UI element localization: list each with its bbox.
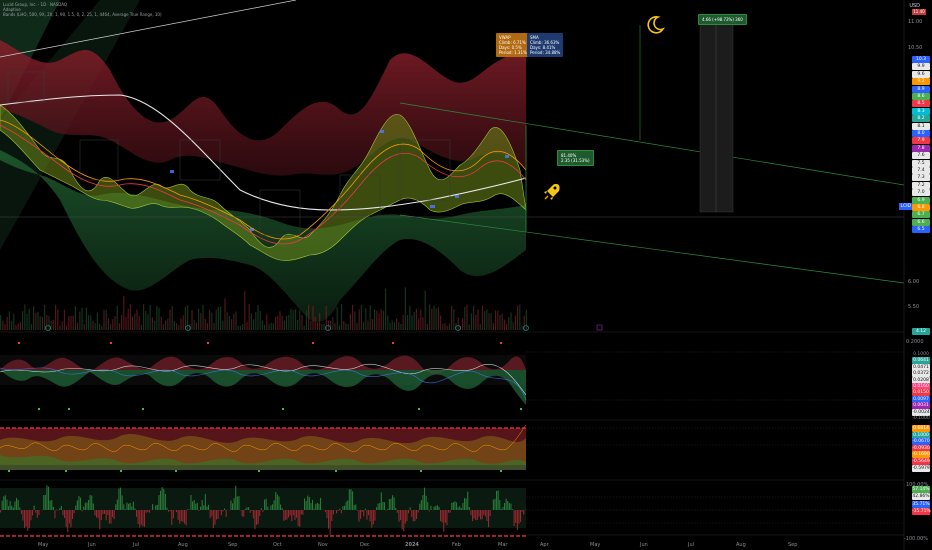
month-label-13: Jun — [639, 542, 648, 548]
axis-label-low2: 5.50 — [908, 304, 919, 310]
price-pill-7: 8.3 — [912, 107, 930, 115]
price-pill-10: 8.0 — [912, 130, 930, 137]
axis-label-2: 10.50 — [908, 45, 922, 51]
wt-pill-10: -0.1000 — [912, 416, 930, 421]
price-pill-3: 9.2 — [912, 78, 930, 86]
month-label-0: May — [38, 542, 48, 548]
month-label-14: Jul — [687, 542, 694, 548]
price-pill-15: 7.4 — [912, 167, 930, 174]
price-pill-0: 10.3 — [912, 56, 930, 63]
mom-pill-2: 35.71% — [912, 500, 930, 508]
mom-pill-3: -35.71% — [912, 508, 931, 516]
month-label-6: Nov — [318, 542, 328, 548]
p4-axis-bottom: -100.00% — [904, 536, 928, 542]
price-pill-12: 7.8 — [912, 144, 930, 152]
price-pill-13: 7.6 — [912, 152, 930, 160]
osc-pill-6: -0.5979 — [912, 464, 930, 472]
price-chart[interactable]: 11.00 10.50 6.00 5.50 0.2000 100.00% -10… — [0, 0, 932, 550]
chart-header: Lucid Group, Inc. · 1D · NASDAQ Adaptive… — [3, 2, 162, 17]
vwap-badge: VWAP Climb: 6.71% Days: 0.5% Period: 1.3… — [496, 33, 530, 57]
rocket-icon — [542, 182, 562, 206]
price-pill-9: 8.1 — [912, 122, 930, 130]
moon-icon — [645, 15, 665, 39]
price-pill-17: 7.2 — [912, 181, 930, 189]
price-pill-11: 7.9 — [912, 137, 930, 145]
ticker-flag: LCID — [898, 203, 913, 210]
price-pill-18: 7.0 — [912, 189, 930, 197]
projection-badge: 4.66 (+98.73%) 360 — [698, 14, 747, 25]
top-price-pill: 11.40 — [912, 9, 926, 15]
month-label-7: Dec — [360, 542, 370, 548]
month-label-11: Apr — [540, 542, 550, 548]
month-label-15: Aug — [736, 542, 746, 548]
oscillator-pane — [0, 424, 904, 472]
price-pill-21: 6.7 — [912, 211, 930, 219]
month-label-2: Jul — [132, 542, 139, 548]
bottom-main-pill: 4.12 — [912, 328, 930, 335]
month-label-8: 2024 — [405, 542, 419, 548]
axis-label-low1: 6.00 — [908, 279, 919, 285]
month-label-5: Oct — [273, 542, 282, 548]
sma-badge: SMA Climb: 36.63% Days: 8.41% Period: 34… — [527, 33, 564, 57]
price-pill-23: 6.5 — [912, 226, 930, 234]
price-pill-19: 6.9 — [912, 196, 930, 204]
price-pill-22: 6.6 — [912, 218, 930, 226]
month-label-4: Sep — [228, 542, 237, 548]
osc-pill-5: -0.5649 — [912, 458, 930, 465]
osc-pill-0: 0.6814 — [912, 425, 930, 432]
wavetrend-pane — [0, 342, 904, 410]
measure-badge: 81.40% 2.35 (31.53%) — [557, 150, 594, 166]
price-pill-2: 9.6 — [912, 70, 930, 78]
month-label-16: Sep — [788, 542, 797, 548]
price-pill-6: 8.5 — [912, 100, 930, 108]
price-pill-5: 8.6 — [912, 93, 930, 100]
price-pill-1: 9.9 — [912, 63, 930, 71]
month-label-1: Jun — [87, 542, 96, 548]
month-label-3: Aug — [178, 542, 188, 548]
price-pill-16: 7.3 — [912, 174, 930, 182]
mom-pill-0: 57.14% — [912, 486, 930, 493]
price-pill-14: 7.5 — [912, 159, 930, 167]
indicator-params[interactable]: Bands (LHO, 500, 9X, 2X, 1, 90, 1.5, 0, … — [3, 12, 162, 17]
momentum-pane — [0, 485, 904, 537]
month-label-9: Feb — [452, 542, 461, 548]
month-label-12: May — [590, 542, 600, 548]
price-pill-4: 8.9 — [912, 85, 930, 93]
projection-box — [699, 21, 734, 213]
month-label-10: Mar — [498, 542, 508, 548]
price-pill-20: 6.8 — [912, 204, 930, 211]
mom-pill-1: 42.86% — [912, 493, 930, 501]
p2-axis-top: 0.2000 — [906, 339, 924, 345]
time-axis: May Jun Jul Aug Sep Oct Nov Dec 2024 Feb Mar Apr May… — [38, 542, 797, 548]
price-pill-8: 8.2 — [912, 115, 930, 123]
axis-label-top: 11.00 — [908, 19, 922, 25]
